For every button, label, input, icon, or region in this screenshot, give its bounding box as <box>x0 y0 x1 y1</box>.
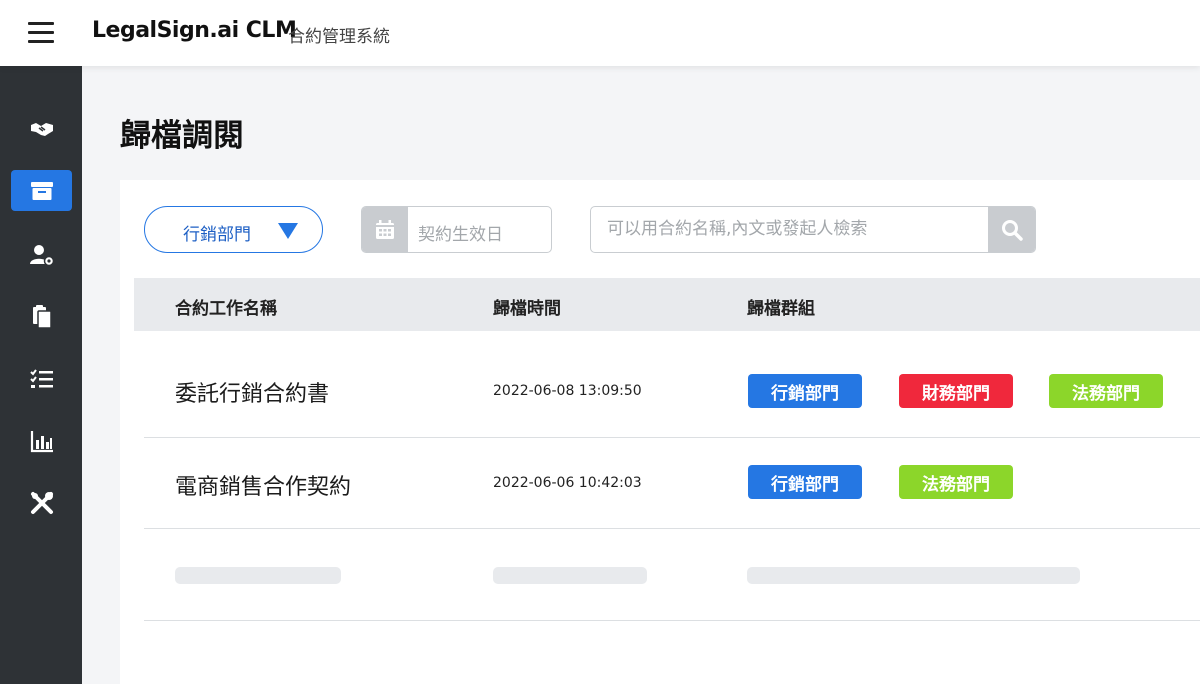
group-tag-marketing[interactable]: 行銷部門 <box>748 465 862 499</box>
sidebar-item-archive[interactable] <box>11 170 72 211</box>
contract-name[interactable]: 委託行銷合約書 <box>175 376 329 408</box>
department-select-value: 行銷部門 <box>183 225 251 245</box>
tools-icon <box>30 491 53 514</box>
brand-logo: LegalSign.ai CLM <box>92 18 297 43</box>
sidebar-item-tasks[interactable] <box>11 358 72 399</box>
contract-name[interactable]: 電商銷售合作契約 <box>175 469 351 501</box>
archive-time: 2022-06-06 10:42:03 <box>493 475 642 491</box>
search-icon <box>1001 219 1023 241</box>
menu-icon[interactable] <box>28 22 54 44</box>
loading-placeholder-row <box>144 530 1200 621</box>
group-tag-marketing[interactable]: 行銷部門 <box>748 374 862 408</box>
group-tag-legal[interactable]: 法務部門 <box>899 465 1013 499</box>
documents-icon <box>32 304 52 329</box>
sidebar-item-contracts[interactable] <box>11 108 72 149</box>
effective-date-placeholder: 契約生效日 <box>418 225 503 245</box>
effective-date-field[interactable]: 契約生效日 <box>361 206 552 253</box>
sidebar-item-documents[interactable] <box>11 296 72 337</box>
sidebar-item-reports[interactable] <box>11 420 72 461</box>
column-header-archive-group: 歸檔群組 <box>747 299 815 319</box>
archive-time: 2022-06-08 13:09:50 <box>493 383 642 399</box>
table-header: 合約工作名稱 歸檔時間 歸檔群組 <box>134 278 1200 331</box>
column-header-archive-time: 歸檔時間 <box>493 299 561 319</box>
handshake-icon <box>30 122 53 136</box>
skeleton-bar <box>747 567 1080 584</box>
search-button[interactable] <box>988 207 1035 252</box>
search-box <box>590 206 1036 253</box>
calendar-icon <box>362 207 408 252</box>
table-row[interactable]: 電商銷售合作契約 2022-06-06 10:42:03 行銷部門 法務部門 <box>144 438 1200 529</box>
table-row[interactable]: 委託行銷合約書 2022-06-08 13:09:50 行銷部門 財務部門 法務… <box>144 347 1200 438</box>
archive-box-icon <box>30 181 53 200</box>
page-title: 歸檔調閱 <box>120 118 244 154</box>
sidebar <box>0 66 82 684</box>
group-tag-finance[interactable]: 財務部門 <box>899 374 1013 408</box>
user-settings-icon <box>29 244 54 266</box>
sidebar-item-user-settings[interactable] <box>11 234 72 275</box>
main-panel: 行銷部門 契約生效日 可以用合約名稱,內文或發起人檢索 合約工作名稱 歸檔時間 … <box>120 180 1200 684</box>
caret-down-icon <box>278 223 298 239</box>
department-select[interactable]: 行銷部門 <box>144 206 323 253</box>
sidebar-item-tools[interactable] <box>11 482 72 523</box>
column-header-name: 合約工作名稱 <box>175 299 277 319</box>
search-input[interactable] <box>591 207 989 251</box>
bar-chart-icon <box>30 430 53 452</box>
skeleton-bar <box>175 567 341 584</box>
skeleton-bar <box>493 567 647 584</box>
top-bar: LegalSign.ai CLM 合約管理系統 <box>0 0 1200 66</box>
checklist-icon <box>29 368 53 388</box>
app-subtitle: 合約管理系統 <box>288 27 390 47</box>
group-tag-legal[interactable]: 法務部門 <box>1049 374 1163 408</box>
